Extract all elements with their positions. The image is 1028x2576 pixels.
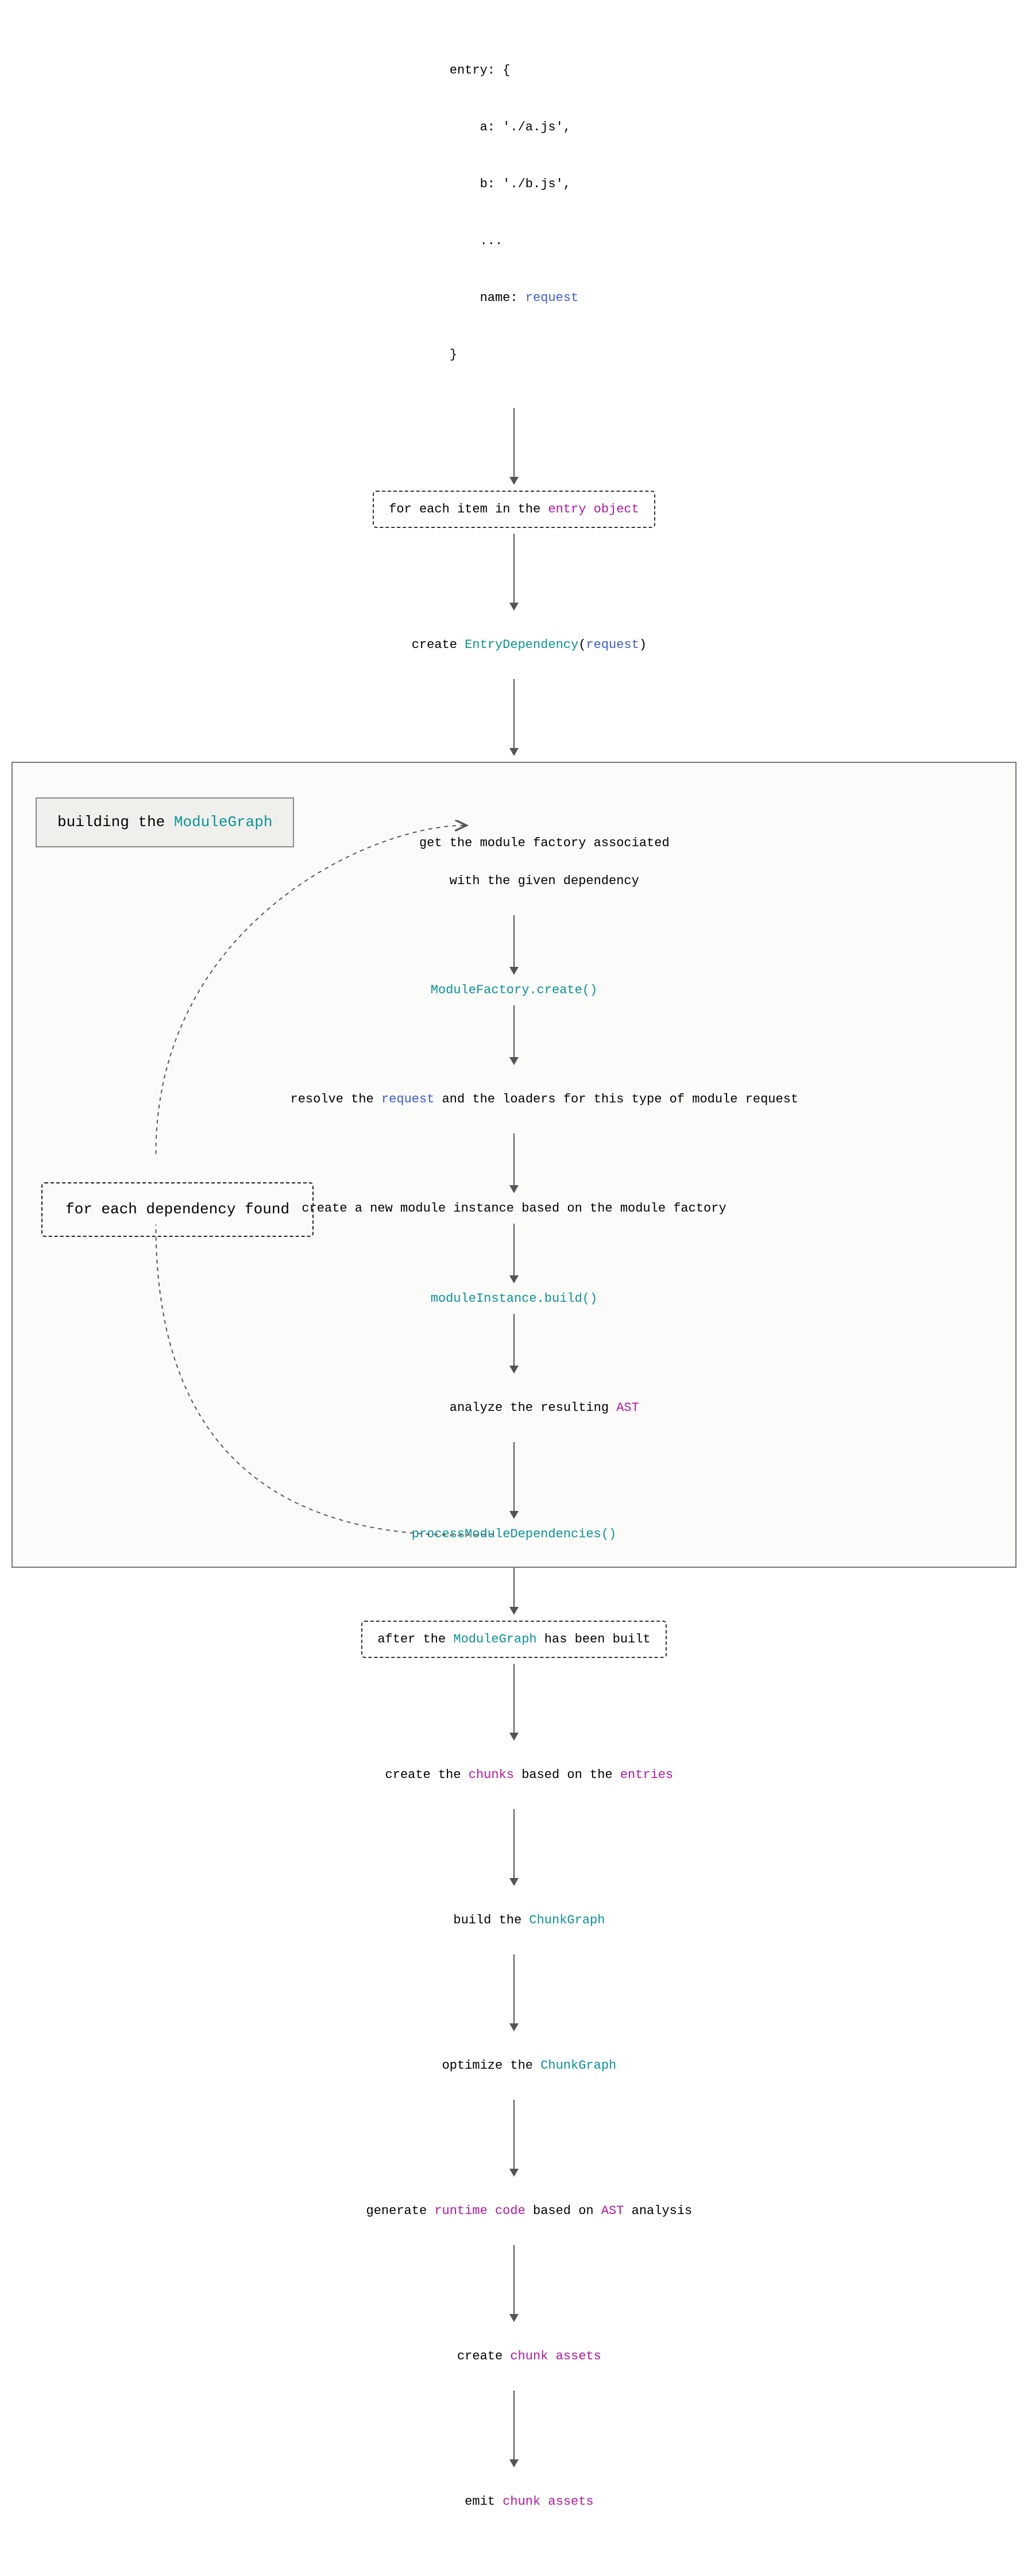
- module-graph-keyword: ModuleGraph: [453, 1632, 536, 1646]
- after-module-graph-built-step: after the ModuleGraph has been built: [361, 1621, 666, 1658]
- arrow-down-icon: [509, 1133, 519, 1193]
- entry-object-keyword: entry object: [548, 502, 639, 516]
- optimize-chunk-graph-step: optimize the ChunkGraph: [412, 2037, 616, 2094]
- module-graph-title: building the ModuleGraph: [36, 797, 294, 847]
- for-each-entry-step: for each item in the entry object: [373, 491, 655, 528]
- chunk-graph-keyword: ChunkGraph: [540, 2058, 616, 2073]
- code-line: b: './b.js',: [450, 175, 578, 194]
- code-line: }: [450, 345, 578, 364]
- arrow-down-icon: [509, 679, 519, 756]
- arrow-down-icon: [509, 2245, 519, 2322]
- arrow-down-icon: [509, 2390, 519, 2467]
- arrow-down-icon: [509, 534, 519, 611]
- arrow-down-icon: [509, 1664, 519, 1741]
- module-graph-box: building the ModuleGraph for each depend…: [11, 762, 1017, 1568]
- arrow-down-icon: [509, 1954, 519, 2031]
- arrow-down-icon: [509, 1005, 519, 1065]
- build-chunk-graph-step: build the ChunkGraph: [423, 1892, 605, 1949]
- emit-chunk-assets-step: emit chunk assets: [434, 2473, 593, 2530]
- code-line: a: './a.js',: [450, 118, 578, 137]
- chunk-assets-keyword: chunk assets: [503, 2494, 593, 2509]
- module-factory-create-step: ModuleFactory.create(): [431, 981, 597, 1000]
- create-entry-dependency-step: create EntryDependency(request): [381, 616, 647, 673]
- arrow-down-icon: [509, 1224, 519, 1283]
- arrow-down-icon: [509, 408, 519, 485]
- chunk-graph-keyword: ChunkGraph: [529, 1913, 605, 1927]
- generate-runtime-code-step: generate runtime code based on AST analy…: [336, 2182, 693, 2239]
- create-module-instance-step: create a new module instance based on th…: [302, 1199, 726, 1218]
- code-line: name: request: [450, 288, 578, 307]
- get-module-factory-step: get the module factory associated with t…: [358, 815, 669, 909]
- create-chunk-assets-step: create chunk assets: [427, 2328, 601, 2385]
- create-chunks-step: create the chunks based on the entries: [355, 1746, 674, 1803]
- chunks-keyword: chunks: [469, 1768, 514, 1782]
- runtime-code-keyword: runtime code: [434, 2204, 525, 2218]
- request-arg: request: [586, 638, 639, 652]
- module-graph-keyword: ModuleGraph: [174, 813, 273, 831]
- arrow-down-icon: [509, 1567, 519, 1615]
- process-module-dependencies-step: processModuleDependencies(): [412, 1525, 616, 1544]
- ast-keyword: AST: [616, 1401, 639, 1415]
- entries-keyword: entries: [620, 1768, 673, 1782]
- chunk-assets-keyword: chunk assets: [510, 2349, 601, 2363]
- request-keyword: request: [525, 291, 578, 305]
- ast-keyword: AST: [601, 2204, 624, 2218]
- module-instance-build-step: moduleInstance.build(): [431, 1289, 597, 1308]
- arrow-down-icon: [509, 1442, 519, 1519]
- arrow-down-icon: [509, 915, 519, 975]
- entry-dependency-class: EntryDependency: [465, 638, 578, 652]
- resolve-request-step: resolve the request and the loaders for …: [230, 1071, 798, 1128]
- code-line: entry: {: [450, 61, 578, 80]
- request-keyword: request: [381, 1092, 434, 1106]
- arrow-down-icon: [509, 1314, 519, 1374]
- code-line: ...: [450, 232, 578, 250]
- analyze-ast-step: analyze the resulting AST: [389, 1379, 639, 1436]
- arrow-down-icon: [509, 2100, 519, 2177]
- for-each-dependency-label: for each dependency found: [41, 1182, 314, 1237]
- entry-code-block: entry: { a: './a.js', b: './b.js', ... n…: [450, 23, 578, 402]
- arrow-down-icon: [509, 1809, 519, 1886]
